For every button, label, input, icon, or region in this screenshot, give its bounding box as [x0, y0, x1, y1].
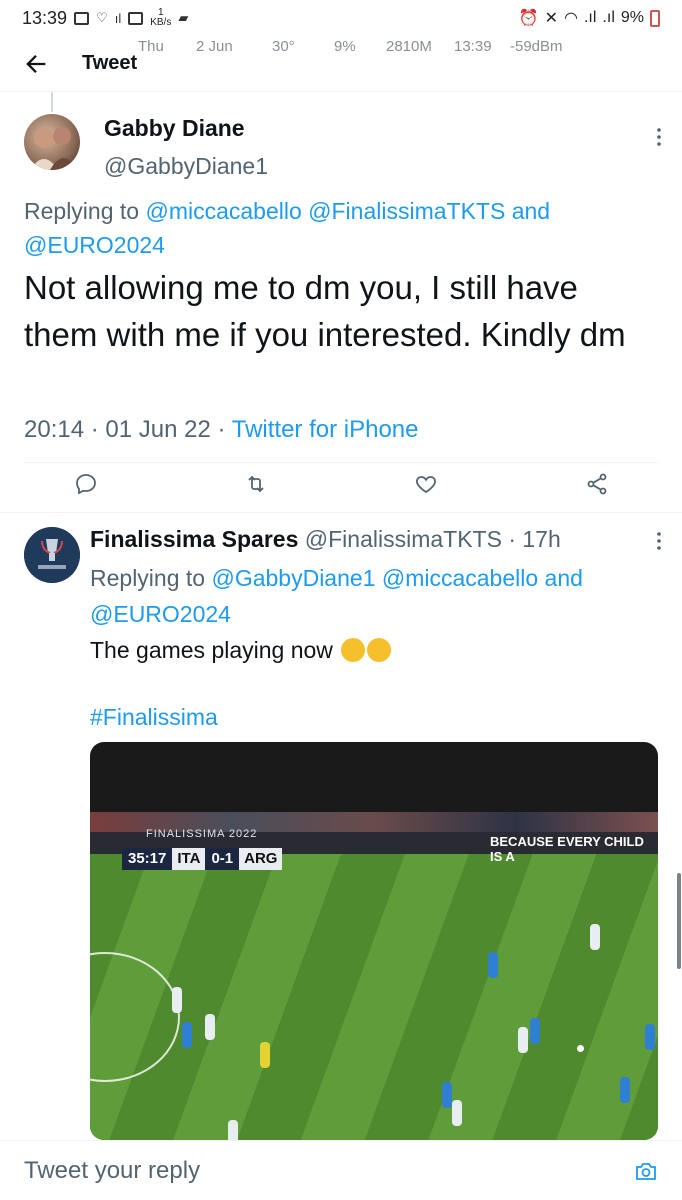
thread-connector: [51, 92, 53, 112]
user-handle[interactable]: @FinalissimaTKTS: [305, 526, 502, 552]
camera-icon[interactable]: [634, 1159, 658, 1183]
overlay-memory: 2810M: [386, 38, 432, 55]
rofl-emoji-icon: [367, 638, 392, 662]
away-team: ARG: [239, 848, 283, 870]
reply-icon[interactable]: [74, 472, 98, 496]
overlay-battery: 9%: [334, 38, 356, 55]
tweet-source-link[interactable]: Twitter for iPhone: [232, 416, 419, 443]
player: [442, 1082, 452, 1108]
avatar-photo: [30, 127, 78, 170]
player: [645, 1024, 655, 1050]
net-speed: 1 KB/s: [150, 7, 172, 28]
more-options-icon[interactable]: [652, 126, 666, 148]
display-name[interactable]: Finalissima Spares: [90, 526, 298, 552]
overlay-day: Thu: [138, 38, 164, 55]
system-overlay-stats: Thu 2 Jun 30° 9% 2810M 13:39 -59dBm: [138, 38, 563, 55]
tweet-text: Not allowing me to dm you, I still have …: [24, 269, 626, 353]
user-handle[interactable]: @GabbyDiane1: [104, 153, 268, 180]
notification-icon: [74, 11, 90, 25]
mention-link[interactable]: @EURO2024: [24, 232, 165, 258]
reply-composer: Tweet your reply: [0, 1140, 682, 1200]
tweet-meta: 20:14 · 01 Jun 22 · Twitter for iPhone: [24, 416, 419, 443]
mention-link[interactable]: @miccacabello: [145, 198, 301, 224]
player: [530, 1018, 540, 1044]
rofl-emoji-icon: [341, 638, 366, 662]
scrollbar-thumb[interactable]: [677, 873, 681, 969]
football: [577, 1045, 584, 1052]
tweet-text: The games playing now: [90, 632, 650, 668]
avatar[interactable]: [24, 527, 80, 583]
mute-icon: ✕: [544, 10, 558, 27]
match-clock: 35:17: [122, 848, 173, 870]
scorebug: 35:17 ITA 0-1 ARG: [122, 848, 283, 870]
arrow-left-icon[interactable]: [22, 50, 50, 78]
tweet-age: 17h: [522, 526, 561, 552]
battery-percent: 9%: [620, 9, 644, 26]
status-time: 13:39: [22, 7, 68, 28]
reply-input[interactable]: Tweet your reply: [24, 1157, 200, 1185]
retweet-icon[interactable]: [244, 472, 268, 496]
player: [205, 1014, 215, 1040]
tweet-header: Finalissima Spares @FinalissimaTKTS · 17…: [90, 526, 561, 552]
player: [488, 952, 498, 978]
home-team: ITA: [172, 848, 206, 870]
avatar[interactable]: [24, 114, 80, 170]
tweet-media-image[interactable]: FINALISSIMA 2022 BECAUSE EVERY CHILD IS …: [90, 742, 658, 1140]
match-score: 0-1: [205, 848, 240, 870]
player: [590, 924, 600, 950]
mention-link[interactable]: @miccacabello: [382, 565, 538, 591]
page-title: Tweet: [82, 52, 138, 74]
image-icon: [128, 11, 144, 25]
overlay-temp: 30°: [272, 38, 295, 55]
hashtag-link[interactable]: #Finalissima: [90, 704, 218, 731]
alarm-icon: ⏰: [518, 10, 539, 27]
divider: [24, 462, 658, 463]
share-icon[interactable]: [585, 472, 609, 496]
player: [620, 1077, 630, 1103]
replying-to: Replying to @GabbyDiane1 @miccacabello a…: [90, 565, 583, 627]
broadcast-title: FINALISSIMA 2022: [146, 828, 258, 840]
mention-link[interactable]: @FinalissimaTKTS: [308, 198, 505, 224]
player: [452, 1100, 462, 1126]
like-icon[interactable]: [414, 472, 438, 496]
overlay-date: 2 Jun: [196, 38, 233, 55]
tweet-time: 20:14: [24, 416, 85, 443]
finalissima-logo: [24, 527, 80, 583]
equalizer-icon: ıl: [114, 10, 122, 26]
player: [172, 987, 182, 1013]
wifi-icon: ◠: [564, 10, 578, 27]
signal-icon: .ıl: [583, 9, 597, 26]
player: [182, 1022, 192, 1048]
signal-icon-2: .ıl: [602, 9, 615, 26]
more-options-icon[interactable]: [652, 530, 666, 552]
mention-and: and: [511, 198, 551, 224]
mention-link[interactable]: @GabbyDiane1: [211, 565, 375, 591]
tweet-actions: [0, 472, 682, 504]
player: [518, 1027, 528, 1053]
overlay-signal: -59dBm: [510, 38, 563, 55]
status-bar: 13:39 ♡ ıl 1 KB/s ▰ ⏰ ✕ ◠ .ıl .ıl 9%: [0, 0, 682, 36]
divider: [0, 512, 682, 513]
replying-to: Replying to @miccacabello @FinalissimaTK…: [24, 198, 551, 258]
mention-link[interactable]: @EURO2024: [90, 601, 231, 627]
mention-and: and: [544, 565, 583, 591]
overlay-time: 13:39: [454, 38, 492, 55]
tweet-date: 01 Jun 22: [105, 416, 211, 443]
bag-icon: ▰: [178, 10, 189, 25]
heart-notification-icon: ♡: [96, 10, 108, 25]
battery-icon: [650, 9, 660, 27]
display-name[interactable]: Gabby Diane: [104, 115, 245, 142]
ad-board-text: BECAUSE EVERY CHILD IS A: [490, 834, 644, 864]
referee: [260, 1042, 270, 1068]
player: [228, 1120, 238, 1140]
